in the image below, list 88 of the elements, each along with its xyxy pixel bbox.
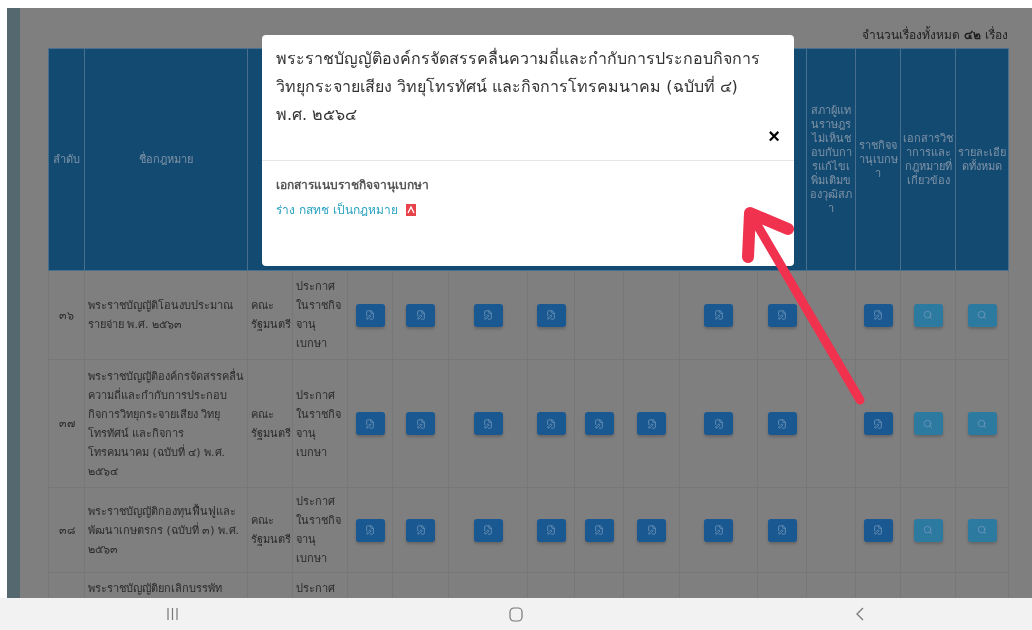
edit-document-icon (483, 418, 493, 429)
search-icon (923, 310, 933, 320)
edit-button[interactable] (863, 412, 893, 435)
modal-title: พระราชบัญญัติองค์กรจัดสรรคลื่นความถี่และกำกับการประกอบกิจการวิทยุกระจายเสียง วิทยุโทรทัศน์ และกิจการโทรคมนาคม (ฉบับที่ ๔) พ.ศ. ๒๕๖๔ (276, 47, 761, 126)
section-heading: เอกสารแนบราชกิจจานุเบกษา (276, 177, 430, 194)
edit-button[interactable] (767, 303, 797, 327)
search-icon (923, 418, 933, 429)
back-icon[interactable] (856, 607, 864, 621)
edit-document-icon (546, 525, 556, 535)
edit-document-icon (483, 310, 493, 320)
edit-button[interactable] (767, 518, 797, 542)
edit-button[interactable] (584, 412, 614, 435)
edit-document-icon (546, 418, 556, 429)
edit-button[interactable] (584, 518, 614, 542)
column-header: รายละเอียดทั้งหมด (955, 48, 1009, 271)
edit-document-icon (777, 310, 787, 320)
status: ประกาศในราชกิจจานุเบกษา (292, 359, 348, 488)
proposer: คณะรัฐมนตรี (247, 487, 293, 573)
edit-document-icon (594, 525, 604, 535)
search-button[interactable] (967, 518, 997, 542)
status: ประกาศในราชกิจจานุเบกษา (292, 270, 348, 360)
edit-button[interactable] (406, 303, 435, 327)
proposer: คณะรัฐมนตรี (247, 270, 293, 360)
edit-document-icon (873, 310, 883, 320)
edit-button[interactable] (473, 303, 503, 327)
edit-document-icon (713, 310, 724, 320)
law-name: พระราชบัญญัติองค์กรจัดสรรคลื่นความถี่และกำกับการประกอบกิจการวิทยุกระจายเสียง วิทยุโทรทัศน์ และกิจการโทรคมนาคม (ฉบับที่ ๔) พ.ศ. ๒๕๖๔ (84, 359, 248, 488)
edit-document-icon (415, 525, 426, 535)
edit-document-icon (415, 310, 426, 320)
edit-button[interactable] (767, 412, 797, 435)
edit-button[interactable] (536, 303, 566, 327)
row-number: ๓๗ (48, 359, 85, 488)
edit-button[interactable] (704, 518, 733, 542)
edit-document-icon (365, 310, 375, 320)
edit-document-icon (777, 418, 787, 429)
law-name: พระราชบัญญัติกองทุนฟื้นฟูและพัฒนาเกษตรกร (ฉบับที่ ๓) พ.ศ. ๒๕๖๓ (84, 487, 248, 573)
edit-document-icon (365, 525, 375, 535)
column-header: ราชกิจจานุเบกษา (855, 48, 901, 271)
edit-document-icon (483, 525, 493, 535)
edit-button[interactable] (637, 518, 666, 542)
search-button[interactable] (913, 303, 943, 327)
edit-document-icon (646, 418, 657, 429)
edit-document-icon (873, 525, 883, 535)
edit-document-icon (777, 525, 787, 535)
edit-button[interactable] (536, 412, 566, 435)
column-header: ลำดับ (48, 48, 85, 271)
edit-button[interactable] (473, 518, 503, 542)
edit-document-icon (365, 418, 375, 429)
row-number: ๓๖ (48, 270, 85, 360)
search-button[interactable] (967, 303, 997, 327)
edit-button[interactable] (863, 303, 893, 327)
search-icon (977, 525, 987, 535)
search-button[interactable] (913, 412, 943, 435)
law-name: พระราชบัญญัติโอนงบประมาณรายจ่าย พ.ศ. ๒๕๖๓ (84, 270, 248, 360)
edit-button[interactable] (704, 303, 733, 327)
column-header: เอกสารวิชาการและกฎหมายที่เกี่ยวข้อง (900, 48, 956, 271)
edit-button[interactable] (406, 518, 435, 542)
edit-button[interactable] (355, 412, 385, 435)
column-header: ชื่อกฎหมาย (84, 48, 248, 271)
edit-document-icon (713, 418, 724, 429)
recent-apps-icon[interactable] (166, 607, 178, 621)
edit-button[interactable] (863, 518, 893, 542)
edit-button[interactable] (704, 412, 733, 435)
edit-button[interactable] (406, 412, 435, 435)
edit-button[interactable] (355, 518, 385, 542)
total-count: จำนวนเรื่องทั้งหมด ๔๒ เรื่อง (861, 25, 1008, 44)
search-icon (977, 418, 987, 429)
edit-button[interactable] (473, 412, 503, 435)
search-icon (923, 525, 933, 535)
search-button[interactable] (913, 518, 943, 542)
edit-button[interactable] (637, 412, 666, 435)
edit-document-icon (646, 525, 657, 535)
edit-document-icon (546, 310, 556, 320)
edit-document-icon (594, 418, 604, 429)
search-icon (977, 310, 987, 320)
edit-document-icon (713, 525, 724, 535)
edit-button[interactable] (536, 518, 566, 542)
proposer: คณะรัฐมนตรี (247, 359, 293, 488)
search-button[interactable] (967, 412, 997, 435)
edit-button[interactable] (355, 303, 385, 327)
column-header: สภาผู้แทนราษฎรไม่เห็นชอบกับการแก้ไขเพิ่มเติมของวุฒิสภา (806, 48, 856, 271)
status: ประกาศในราชกิจจานุเบกษา (292, 487, 348, 573)
row-number: ๓๘ (48, 487, 85, 573)
edit-document-icon (873, 418, 883, 429)
close-button[interactable]: × (768, 126, 780, 146)
pdf-icon[interactable] (405, 203, 416, 216)
edit-document-icon (415, 418, 426, 429)
home-icon[interactable] (509, 606, 523, 622)
